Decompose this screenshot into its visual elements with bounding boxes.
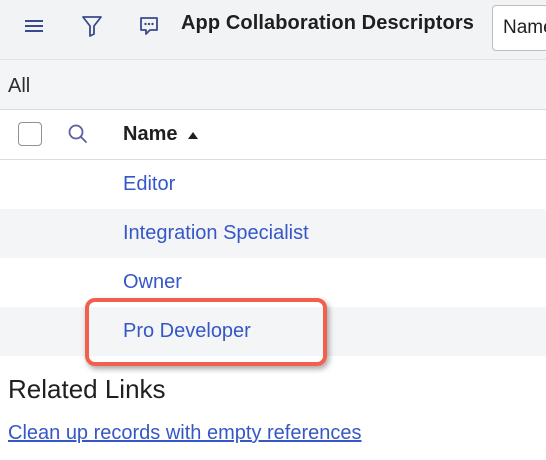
column-header-row: Name <box>0 110 546 160</box>
column-header-name-label: Name <box>123 123 178 145</box>
sort-ascending-icon <box>187 123 199 146</box>
list-header: App Collaboration Descriptors Name <box>0 0 546 60</box>
column-search-button[interactable] <box>66 122 90 151</box>
table-row: Owner <box>0 258 546 307</box>
column-header-name[interactable]: Name <box>123 123 199 146</box>
clean-up-records-link[interactable]: Clean up records with empty references <box>8 422 362 445</box>
filter-button[interactable] <box>72 10 112 42</box>
breadcrumb-bar: All <box>0 60 546 110</box>
row-link-owner[interactable]: Owner <box>123 271 182 294</box>
page-title: App Collaboration Descriptors <box>181 12 474 34</box>
select-all-checkbox[interactable] <box>18 122 42 146</box>
row-link-integration-specialist[interactable]: Integration Specialist <box>123 222 309 245</box>
breadcrumb-all[interactable]: All <box>8 75 30 98</box>
search-icon <box>68 124 87 143</box>
table-row: Integration Specialist <box>0 209 546 258</box>
row-link-editor[interactable]: Editor <box>123 173 175 196</box>
row-link-pro-developer[interactable]: Pro Developer <box>123 320 251 343</box>
chat-icon <box>140 17 158 35</box>
related-links-heading: Related Links <box>8 374 166 404</box>
search-field-select[interactable]: Name <box>492 5 546 51</box>
filter-icon <box>82 16 102 37</box>
table-row: Editor <box>0 160 546 209</box>
table-row: Pro Developer <box>0 307 546 356</box>
menu-button[interactable] <box>14 10 54 42</box>
menu-icon <box>25 20 43 32</box>
activity-stream-button[interactable] <box>129 10 169 42</box>
